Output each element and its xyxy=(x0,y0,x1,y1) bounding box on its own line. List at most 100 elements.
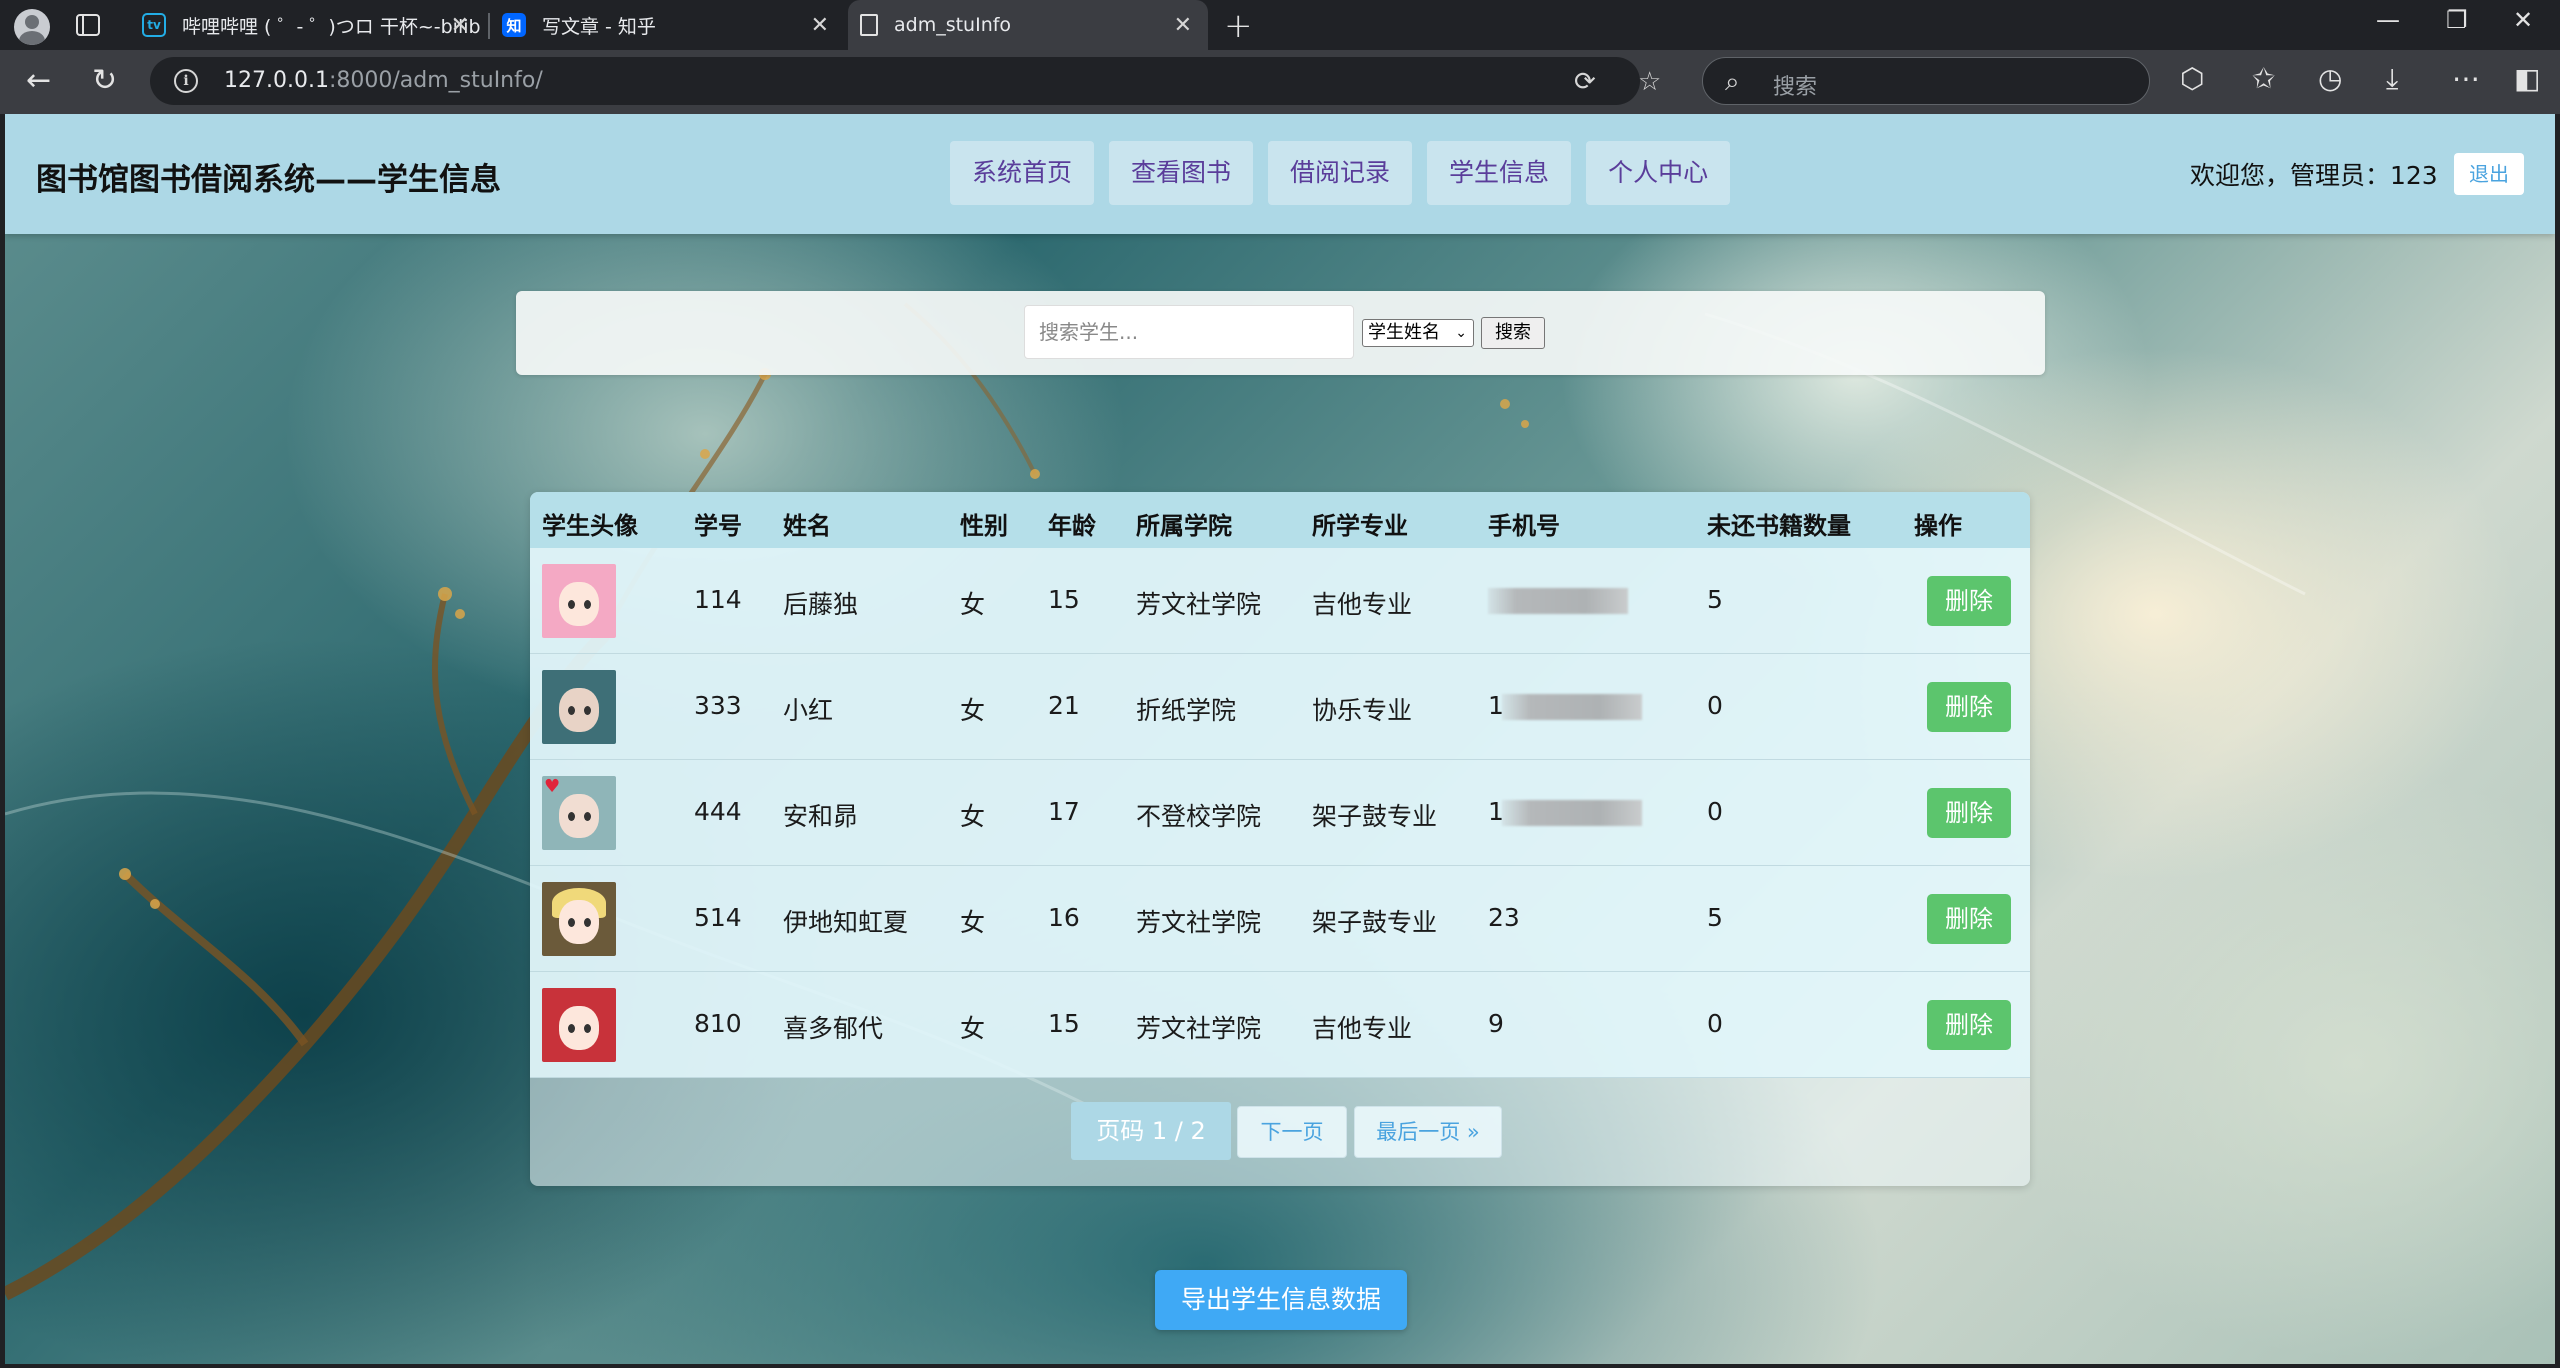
sidebar-icon[interactable]: ◧ xyxy=(2514,62,2540,95)
favorites-icon[interactable]: ✩ xyxy=(2252,62,2275,95)
logout-button[interactable]: 退出 xyxy=(2454,153,2524,195)
search-field-select[interactable]: 学生姓名 ⌄ xyxy=(1362,319,1474,347)
page-icon xyxy=(860,14,878,36)
cell-unreturned: 0 xyxy=(1707,797,1723,826)
select-value: 学生姓名 xyxy=(1368,322,1440,343)
cell-name: 小红 xyxy=(783,696,834,725)
delete-button[interactable]: 删除 xyxy=(1927,682,2011,732)
avatar-eye xyxy=(568,812,575,821)
column-header-name: 姓名 xyxy=(783,512,831,540)
browser-tab-bilibili[interactable]: tv 哔哩哔哩 ( ゜- ゜)つロ 干杯~-bilibili ✕ xyxy=(130,0,485,50)
avatar-eye xyxy=(584,918,591,927)
cell-age: 15 xyxy=(1048,1009,1080,1038)
cell-id: 810 xyxy=(694,1009,742,1038)
student-search-input[interactable] xyxy=(1024,305,1354,359)
avatar-face xyxy=(559,1006,599,1050)
profile-avatar-icon[interactable] xyxy=(14,9,50,45)
nav-item-books[interactable]: 查看图书 xyxy=(1109,141,1254,205)
cell-age: 21 xyxy=(1048,691,1080,720)
minimize-icon[interactable]: — xyxy=(2376,6,2400,34)
cell-name: 伊地知虹夏 xyxy=(783,908,909,937)
nav-item-profile[interactable]: 个人中心 xyxy=(1586,141,1731,205)
cell-college: 芳文社学院 xyxy=(1136,590,1262,619)
cell-age: 17 xyxy=(1048,797,1080,826)
close-tab-icon[interactable]: ✕ xyxy=(1174,13,1192,38)
browser-tab-zhihu[interactable]: 知 写文章 - 知乎 ✕ xyxy=(490,0,845,50)
reload-icon[interactable]: ↻ xyxy=(92,64,117,98)
extensions-icon[interactable]: ⬡ xyxy=(2180,62,2204,95)
nav-item-home[interactable]: 系统首页 xyxy=(950,141,1095,205)
cell-college: 折纸学院 xyxy=(1136,696,1237,725)
nav-item-student-info[interactable]: 学生信息 xyxy=(1427,141,1572,205)
favorite-star-icon[interactable]: ☆ xyxy=(1638,67,1661,97)
close-window-icon[interactable]: ✕ xyxy=(2513,6,2533,34)
table-row: 114 后藤独 女 15 芳文社学院 吉他专业 5 删除 xyxy=(530,548,2030,654)
history-icon[interactable]: ◷ xyxy=(2318,62,2342,95)
avatar-face xyxy=(559,794,599,838)
downloads-icon[interactable]: ⤓ xyxy=(2386,62,2398,96)
url-host: 127.0.0.1 xyxy=(224,68,329,93)
cell-major: 协乐专业 xyxy=(1312,696,1413,725)
browser-tab-adm-stuinfo[interactable]: adm_stuInfo ✕ xyxy=(848,0,1208,50)
student-avatar xyxy=(542,564,616,638)
restore-icon[interactable]: ❐ xyxy=(2446,6,2468,34)
avatar-face xyxy=(559,582,599,626)
search-icon: ⌕ xyxy=(1725,67,1740,97)
cell-id: 514 xyxy=(694,903,742,932)
cell-name: 喜多郁代 xyxy=(783,1014,884,1043)
browser-search-box[interactable]: ⌕ 搜索 xyxy=(1702,57,2150,105)
cell-gender: 女 xyxy=(960,696,986,725)
new-tab-icon[interactable]: + xyxy=(1224,6,1253,46)
close-tab-icon[interactable]: ✕ xyxy=(811,13,829,38)
more-menu-icon[interactable]: ⋯ xyxy=(2452,62,2480,95)
cell-college: 芳文社学院 xyxy=(1136,908,1262,937)
last-page-link[interactable]: 最后一页 » xyxy=(1354,1106,1502,1158)
cell-age: 16 xyxy=(1048,903,1080,932)
avatar-eye xyxy=(568,706,575,715)
url-path: :8000/adm_stuInfo/ xyxy=(328,68,543,93)
browser-toolbar: ← ↻ i 127.0.0.1:8000/adm_stuInfo/ ⟳ ☆ ⌕ … xyxy=(0,50,2560,114)
column-header-major: 所学专业 xyxy=(1312,512,1408,540)
next-page-link[interactable]: 下一页 xyxy=(1237,1106,1347,1158)
tab-actions-icon[interactable] xyxy=(76,14,100,36)
cell-id: 333 xyxy=(694,691,742,720)
avatar-eye xyxy=(584,812,591,821)
heart-icon: ♥ xyxy=(544,776,561,797)
search-button[interactable]: 搜索 xyxy=(1481,317,1545,349)
delete-button[interactable]: 删除 xyxy=(1927,894,2011,944)
column-header-age: 年龄 xyxy=(1048,512,1096,540)
search-panel: 学生姓名 ⌄ 搜索 xyxy=(516,291,2045,375)
cell-phone: 23 xyxy=(1488,903,1520,932)
cell-major: 吉他专业 xyxy=(1312,590,1413,619)
column-header-unreturned: 未还书籍数量 xyxy=(1707,512,1851,540)
address-bar[interactable]: i 127.0.0.1:8000/adm_stuInfo/ ⟳ ☆ xyxy=(150,57,1661,105)
cell-gender: 女 xyxy=(960,908,986,937)
back-icon[interactable]: ← xyxy=(26,64,51,98)
chevron-down-icon: ⌄ xyxy=(1455,325,1467,341)
url-text[interactable]: 127.0.0.1:8000/adm_stuInfo/ xyxy=(224,68,543,93)
nav-item-borrow-records[interactable]: 借阅记录 xyxy=(1268,141,1413,205)
student-avatar xyxy=(542,988,616,1062)
pagination: 页码 1 / 2 下一页 最后一页 » xyxy=(530,1078,2030,1186)
search-placeholder: 搜索 xyxy=(1773,75,1818,100)
cell-age: 15 xyxy=(1048,585,1080,614)
close-tab-icon[interactable]: ✕ xyxy=(451,13,469,38)
cell-unreturned: 0 xyxy=(1707,691,1723,720)
avatar-eye xyxy=(568,918,575,927)
table-row: ♥ 444 安和昴 女 17 不登校学院 架子鼓专业 1 0 删除 xyxy=(530,760,2030,866)
translate-icon[interactable]: ⟳ xyxy=(1574,67,1596,97)
welcome-text: 欢迎您，管理员：123 xyxy=(2190,161,2438,190)
page-title: 图书馆图书借阅系统——学生信息 xyxy=(36,162,501,198)
page-indicator: 页码 1 / 2 xyxy=(1071,1102,1231,1160)
export-student-data-button[interactable]: 导出学生信息数据 xyxy=(1155,1270,1407,1330)
cell-gender: 女 xyxy=(960,1014,986,1043)
site-info-icon[interactable]: i xyxy=(174,69,198,93)
avatar-eye xyxy=(568,1024,575,1033)
delete-button[interactable]: 删除 xyxy=(1927,1000,2011,1050)
student-avatar xyxy=(542,882,616,956)
cell-gender: 女 xyxy=(960,590,986,619)
cell-college: 芳文社学院 xyxy=(1136,1014,1262,1043)
delete-button[interactable]: 删除 xyxy=(1927,788,2011,838)
cell-id: 114 xyxy=(694,585,742,614)
delete-button[interactable]: 删除 xyxy=(1927,576,2011,626)
